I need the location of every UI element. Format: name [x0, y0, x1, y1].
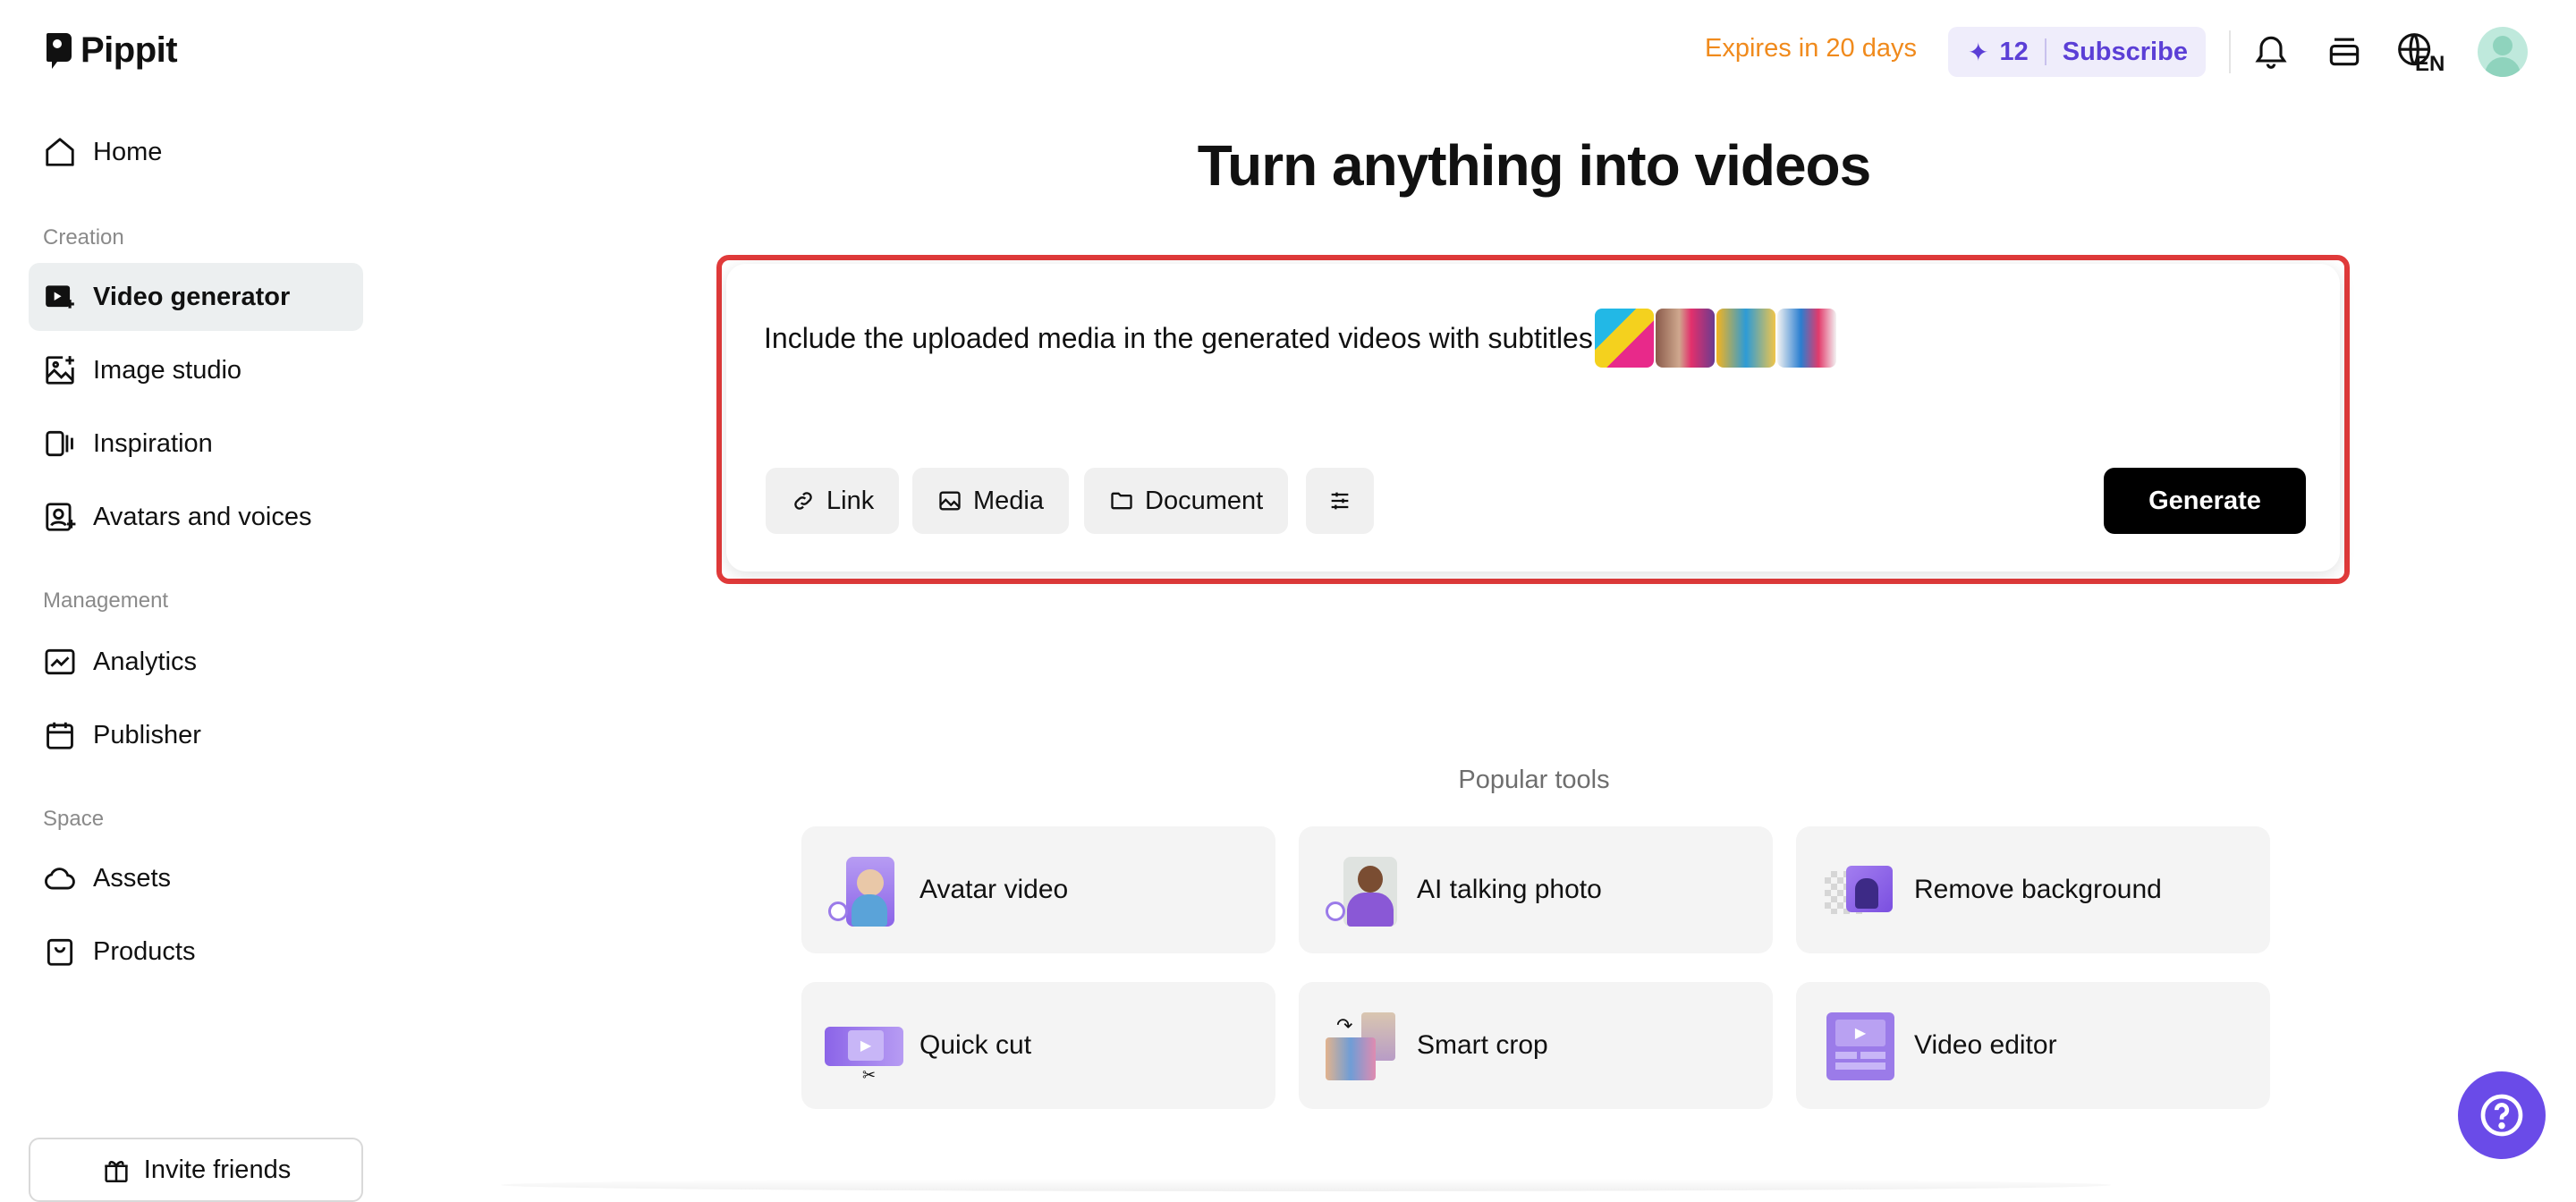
stack-icon — [2329, 38, 2360, 66]
sidebar-item-label: Image studio — [93, 355, 242, 385]
sidebar-item-label: Publisher — [93, 720, 201, 749]
bottom-shadow — [501, 1179, 2111, 1191]
media-label: Media — [973, 486, 1044, 515]
media-button[interactable]: Media — [912, 468, 1069, 534]
section-label-space: Space — [43, 807, 105, 831]
image-icon — [939, 491, 961, 511]
section-label-management: Management — [43, 588, 169, 613]
tool-label: AI talking photo — [1417, 875, 1602, 904]
media-thumbnail[interactable] — [1716, 309, 1775, 368]
sidebar-item-image-studio[interactable]: Image studio — [29, 336, 363, 404]
document-button[interactable]: Document — [1084, 468, 1289, 534]
trial-expiry-text: Expires in 20 days — [1705, 34, 1917, 63]
sidebar-item-label: Home — [93, 137, 163, 166]
sidebar: Pippit Home Creation Video generator Ima… — [0, 0, 376, 1202]
prompt-card: Include the uploaded media in the genera… — [726, 264, 2340, 571]
cloud-icon — [45, 868, 75, 890]
avatar-icon — [46, 503, 76, 531]
popular-tools-heading: Popular tools — [1458, 766, 1610, 794]
analytics-icon — [45, 648, 75, 675]
tool-label: Avatar video — [919, 875, 1069, 904]
tool-label: Quick cut — [919, 1030, 1032, 1060]
pippit-logo[interactable]: Pippit — [45, 30, 178, 71]
document-label: Document — [1145, 486, 1264, 515]
credits-count: 12 — [1999, 37, 2029, 66]
section-label-creation: Creation — [43, 225, 124, 250]
media-thumbnail[interactable] — [1594, 309, 1654, 368]
language-code: EN — [2415, 52, 2445, 76]
smart-crop-icon: ↷ — [1322, 1009, 1399, 1082]
tool-quick-cut[interactable]: ▶ ✂ Quick cut — [801, 982, 1275, 1109]
tool-label: Smart crop — [1417, 1030, 1548, 1060]
link-icon — [794, 492, 812, 510]
tool-remove-background[interactable]: Remove background — [1796, 826, 2270, 953]
sidebar-item-label: Avatars and voices — [93, 502, 312, 531]
tool-avatar-video[interactable]: Avatar video — [801, 826, 1275, 953]
generate-button[interactable]: Generate — [2104, 468, 2306, 534]
image-plus-icon — [46, 356, 74, 385]
sidebar-item-label: Assets — [93, 863, 172, 893]
prompt-text: Include the uploaded media in the genera… — [764, 321, 1593, 354]
avatar-head — [2493, 36, 2512, 55]
sidebar-item-analytics[interactable]: Analytics — [29, 628, 363, 696]
calendar-icon — [47, 722, 73, 749]
question-mark-icon — [2480, 1094, 2523, 1137]
invite-friends-button[interactable]: Invite friends — [29, 1138, 363, 1202]
remove-background-icon — [1819, 853, 1896, 927]
folder-icon — [1111, 492, 1132, 510]
sidebar-item-publisher[interactable]: Publisher — [29, 701, 363, 769]
link-label: Link — [826, 486, 875, 515]
sidebar-item-inspiration[interactable]: Inspiration — [29, 410, 363, 478]
sliders-icon — [1331, 492, 1349, 510]
notifications-button[interactable] — [2249, 29, 2293, 73]
link-button[interactable]: Link — [766, 468, 900, 534]
tool-video-editor[interactable]: ▶ Video editor — [1796, 982, 2270, 1109]
gift-icon — [105, 1161, 128, 1183]
video-plus-icon — [46, 285, 74, 309]
credits-divider — [2044, 38, 2046, 65]
credits-subscribe-pill[interactable]: ✦ 12 Subscribe — [1948, 27, 2206, 77]
avatar-body — [2485, 57, 2521, 77]
header-divider — [2229, 30, 2231, 73]
sparkle-icon: ✦ — [1968, 38, 1989, 66]
sidebar-item-assets[interactable]: Assets — [29, 844, 363, 912]
bell-icon — [2255, 36, 2287, 69]
talking-photo-icon — [1322, 853, 1399, 927]
sidebar-item-video-generator[interactable]: Video generator — [29, 263, 363, 331]
tool-smart-crop[interactable]: ↷ Smart crop — [1299, 982, 1773, 1109]
media-thumbnail[interactable] — [1776, 309, 1836, 368]
help-button[interactable] — [2458, 1071, 2546, 1159]
bag-icon — [47, 938, 73, 966]
prompt-input[interactable]: Include the uploaded media in the genera… — [764, 309, 1836, 368]
user-avatar[interactable] — [2478, 27, 2528, 77]
tool-label: Video editor — [1914, 1030, 2057, 1060]
sidebar-item-avatars-voices[interactable]: Avatars and voices — [29, 483, 363, 551]
settings-button[interactable] — [1306, 468, 1374, 534]
inspiration-icon — [46, 430, 73, 457]
quick-cut-icon: ▶ ✂ — [825, 1009, 903, 1084]
tool-label: Remove background — [1914, 875, 2162, 904]
sidebar-item-label: Video generator — [93, 282, 291, 311]
subscribe-link[interactable]: Subscribe — [2063, 38, 2188, 67]
sidebar-item-label: Inspiration — [93, 428, 213, 458]
sidebar-item-label: Products — [93, 936, 196, 966]
uploaded-media-thumbnails — [1594, 309, 1836, 368]
sidebar-item-home[interactable]: Home — [29, 118, 363, 186]
page-title: Turn anything into videos — [1197, 133, 1871, 198]
home-icon — [46, 138, 74, 166]
logo-text: Pippit — [80, 30, 178, 70]
video-editor-icon: ▶ — [1819, 1009, 1896, 1082]
invite-label: Invite friends — [143, 1155, 292, 1184]
media-thumbnail[interactable] — [1655, 309, 1715, 368]
logo-icon — [47, 32, 72, 69]
sidebar-item-products[interactable]: Products — [29, 918, 363, 986]
sidebar-item-label: Analytics — [93, 647, 198, 676]
layers-button[interactable] — [2322, 29, 2367, 73]
avatar-video-icon — [825, 853, 902, 927]
tool-ai-talking-photo[interactable]: AI talking photo — [1299, 826, 1773, 953]
